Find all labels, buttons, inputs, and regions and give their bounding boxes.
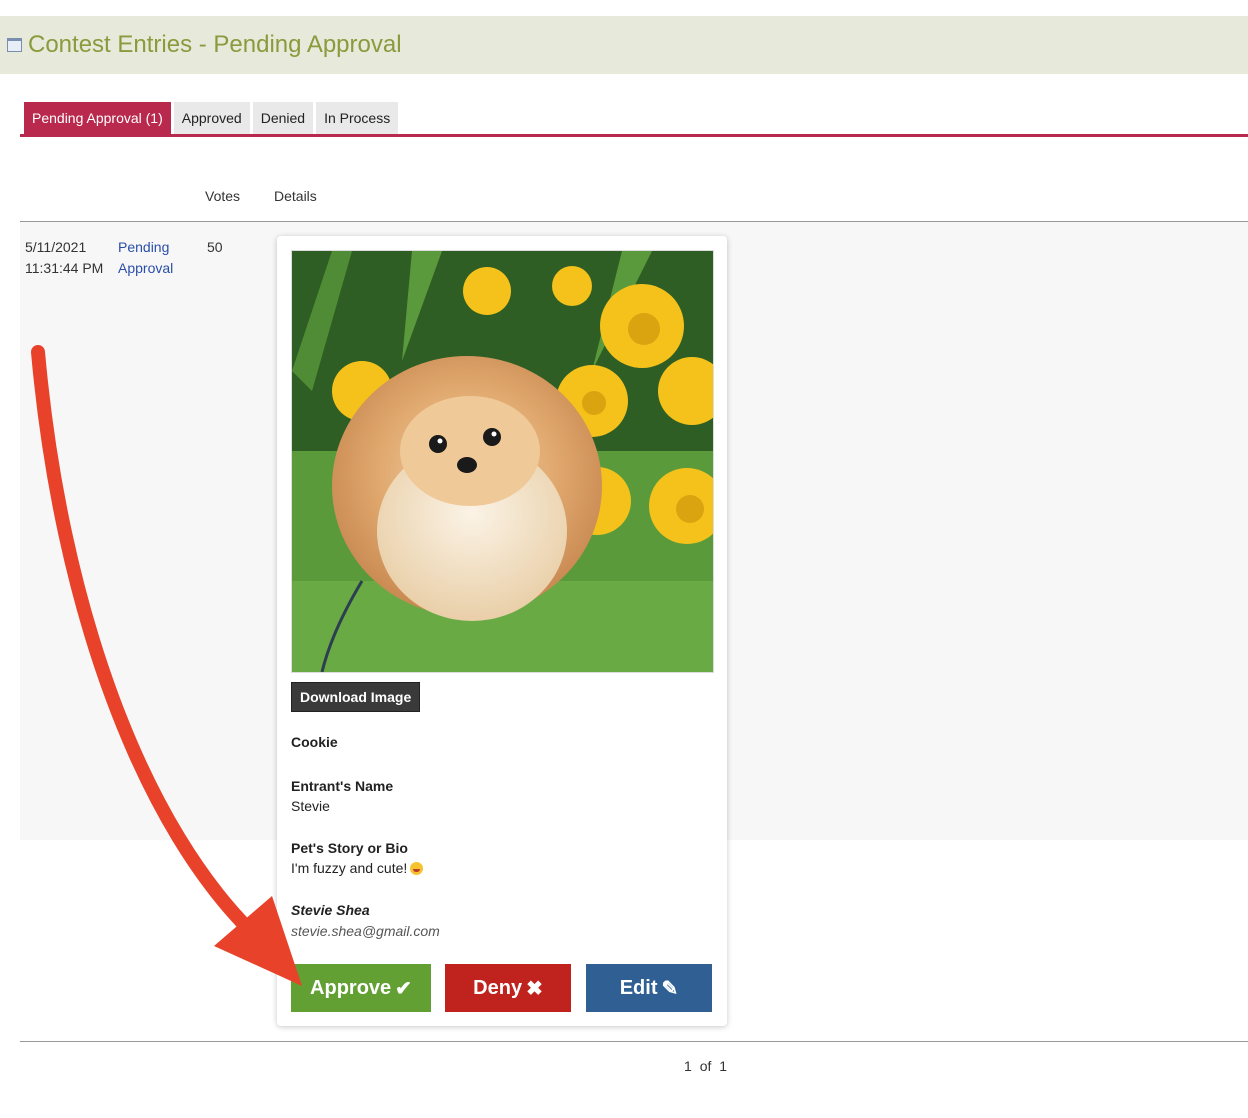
tab-in-process[interactable]: In Process [316,102,399,134]
entry-date-time: 11:31:44 PM [25,260,104,276]
pet-story-row: I'm fuzzy and cute! [291,858,424,878]
entry-photo [291,250,714,673]
deny-button[interactable]: Deny ✖ [445,964,571,1012]
entry-details-card: Download Image Cookie Entrant's Name Ste… [277,236,727,1026]
edit-button[interactable]: Edit ✎ [586,964,712,1012]
page-title: Contest Entries - Pending Approval [28,31,402,58]
checkmark-icon: ✔ [395,977,412,1000]
entry-status-link[interactable]: Pending Approval [118,237,188,279]
pagination-current: 1 [684,1058,692,1074]
approve-label[interactable]: Approve [310,977,391,1000]
entry-date-day: 5/11/2021 [25,239,87,255]
entry-status-line1[interactable]: Pending [118,237,188,258]
x-icon: ✖ [526,977,543,1000]
pet-story-label: Pet's Story or Bio [291,840,408,856]
title-bar: Contest Entries - Pending Approval [0,16,1248,74]
status-tabs: Pending Approval (1) Approved Denied In … [24,102,399,134]
pomeranian-photo [292,251,713,672]
pet-name: Cookie [291,734,338,750]
pencil-icon: ✎ [661,977,679,1000]
download-image-button[interactable]: Download Image [291,682,421,712]
entry-status-line2[interactable]: Approval [118,258,188,279]
entry-votes: 50 [207,239,223,255]
entrant-name-value: Stevie [291,798,330,814]
column-header-votes: Votes [205,188,241,204]
contact-name: Stevie Shea [291,902,370,918]
pet-story-value: I'm fuzzy and cute! [291,860,408,876]
tab-underline [20,134,1248,137]
tab-pending-approval[interactable]: Pending Approval (1) [24,102,171,134]
entrant-name-label: Entrant's Name [291,778,394,794]
deny-label[interactable]: Deny [473,977,522,1000]
pagination: 1 of 1 [684,1058,727,1074]
edit-label[interactable]: Edit [620,977,658,1000]
approve-button[interactable]: Approve ✔ [291,964,431,1012]
contact-email: stevie.shea@gmail.com [291,923,440,939]
calendar-icon [7,38,22,52]
pagination-total: 1 [719,1058,728,1074]
entry-date: 5/11/2021 11:31:44 PM [25,237,115,279]
footer-divider [20,1041,1248,1042]
tab-approved[interactable]: Approved [173,102,250,134]
column-header-details: Details [274,188,317,204]
tab-denied[interactable]: Denied [252,102,314,134]
tongue-emoji-icon [410,862,424,875]
pagination-of: of [699,1058,712,1074]
